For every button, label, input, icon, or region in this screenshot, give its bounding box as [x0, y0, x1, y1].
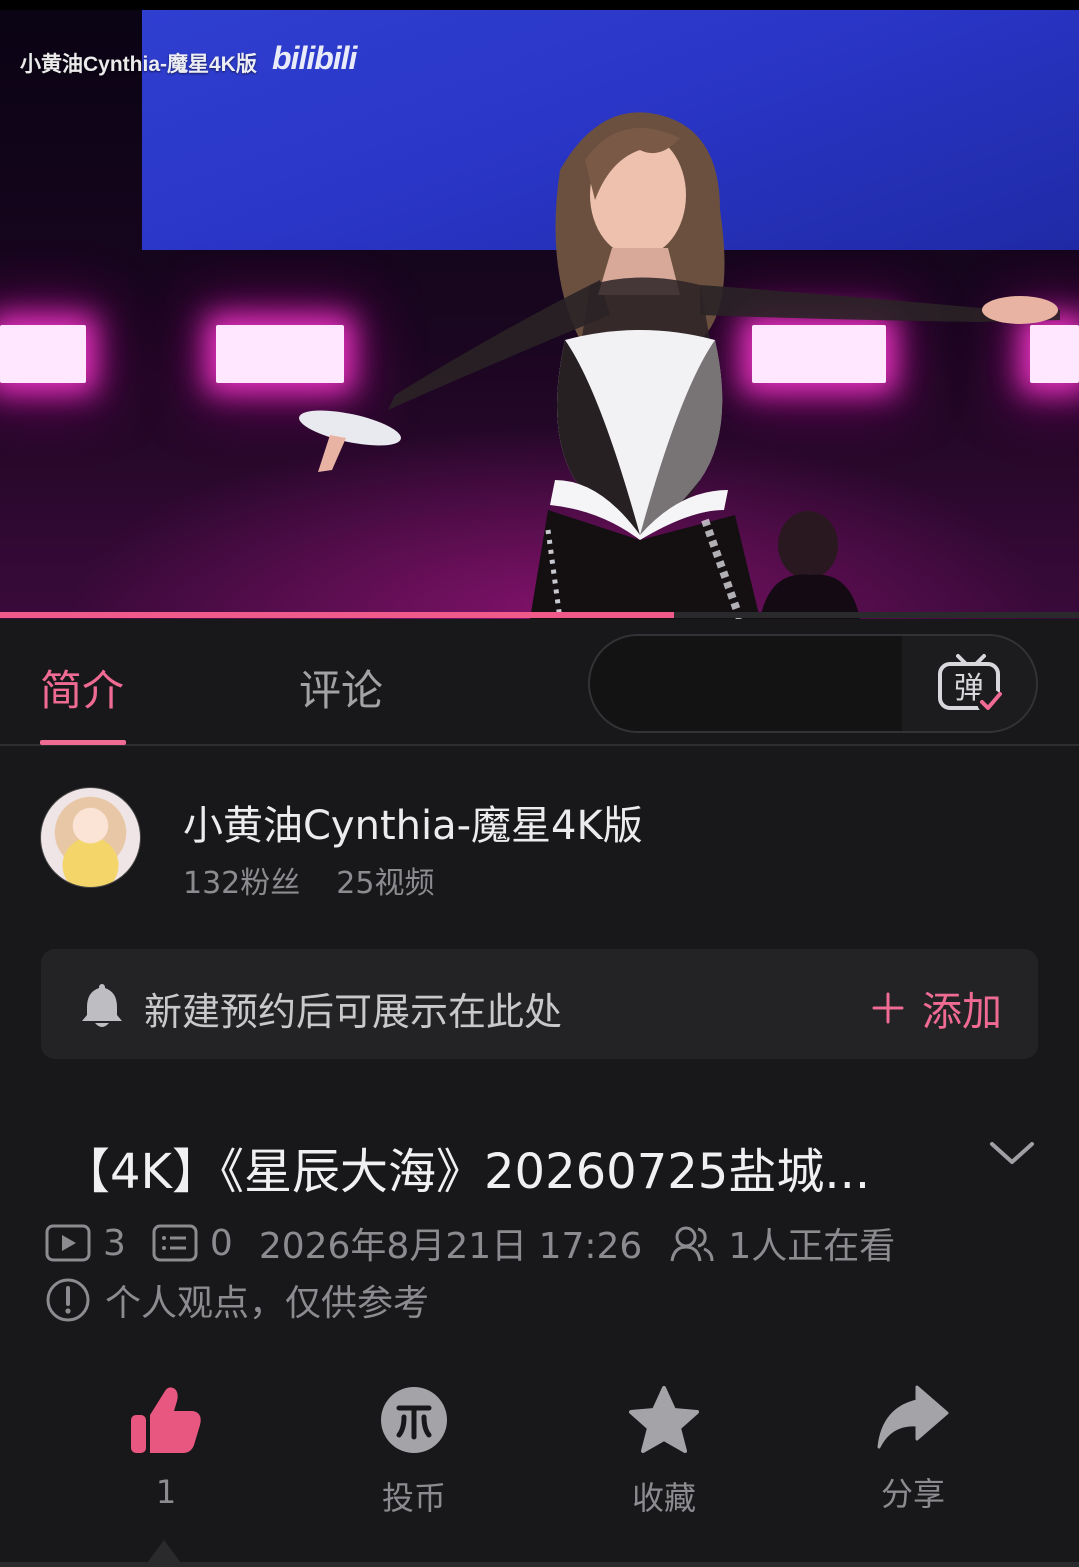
like-count: 1	[155, 1473, 177, 1511]
info-circle-icon	[45, 1277, 91, 1323]
uploader-name[interactable]: 小黄油Cynthia-魔星4K版	[183, 793, 643, 851]
uploader-fans: 132粉丝	[183, 866, 301, 901]
video-title[interactable]: 【4K】《星辰大海》20260725盐城...	[62, 1132, 932, 1202]
tab-active-indicator	[40, 740, 126, 745]
danmaku-bar: 弹	[588, 634, 1038, 733]
reservation-hint: 新建预约后可展示在此处	[144, 990, 563, 1034]
thumbs-up-icon	[131, 1387, 201, 1453]
play-count-icon	[45, 1224, 91, 1262]
favorite-button[interactable]: 收藏	[584, 1385, 744, 1519]
tab-comments[interactable]: 评论	[299, 657, 383, 718]
tab-bar: 简介 评论 弹	[0, 619, 1079, 746]
share-button[interactable]: 分享	[833, 1385, 993, 1515]
coin-button[interactable]: 投币	[334, 1385, 494, 1519]
bottom-sheet-edge	[0, 1562, 1079, 1567]
video-frame: 小黄油Cynthia-魔星4K版 bilibili	[0, 10, 1079, 619]
coin-label: 投币	[381, 1479, 446, 1517]
watching-count: 1人正在看	[728, 1226, 896, 1267]
favorite-label: 收藏	[631, 1479, 696, 1517]
danmaku-toggle-button[interactable]: 弹	[904, 636, 1036, 731]
danmaku-count: 0	[209, 1222, 233, 1264]
opinion-notice: 个人观点，仅供参考	[45, 1277, 430, 1324]
performer-figure	[299, 112, 1060, 619]
viewers-icon	[668, 1223, 716, 1263]
uploader-avatar[interactable]	[40, 787, 141, 888]
danmaku-input[interactable]	[590, 636, 902, 731]
share-label: 分享	[880, 1475, 945, 1513]
video-player[interactable]: 小黄油Cynthia-魔星4K版 bilibili	[0, 0, 1079, 619]
video-progress-bar[interactable]	[0, 612, 1079, 618]
video-progress-fill	[0, 612, 675, 618]
tab-intro[interactable]: 简介	[40, 657, 124, 718]
chevron-down-icon[interactable]	[988, 1138, 1036, 1168]
add-reservation-label: 添加	[922, 989, 1002, 1035]
reservation-card: 新建预约后可展示在此处 添加	[41, 949, 1038, 1059]
bilibili-logo: bilibili	[272, 40, 357, 76]
opinion-notice-text: 个人观点，仅供参考	[105, 1283, 430, 1324]
uploader-stats: 132粉丝 25视频	[183, 858, 434, 902]
add-reservation-button[interactable]: 添加	[872, 979, 1002, 1037]
video-meta-row: 3 0 2026年8月21日 17:26 1人正在看	[45, 1221, 921, 1267]
plus-icon	[872, 992, 904, 1024]
coin-icon	[381, 1387, 447, 1453]
danmaku-toggle-icon: 弹	[938, 653, 1003, 715]
publish-time: 2026年8月21日 17:26	[258, 1226, 643, 1267]
like-button[interactable]: 1	[86, 1385, 246, 1511]
watermark-title: 小黄油Cynthia-魔星4K版	[20, 53, 257, 76]
play-count: 3	[103, 1222, 126, 1264]
action-bar: 1 投币 收藏 分享	[0, 1385, 1079, 1535]
share-arrow-icon	[877, 1385, 949, 1449]
danmaku-count-icon	[152, 1224, 198, 1262]
bell-icon	[82, 984, 122, 1027]
uploader-videos: 25视频	[336, 866, 435, 901]
video-detail-screen: 小黄油Cynthia-魔星4K版 bilibili 简介 评论 弹 小黄油Cyn…	[0, 0, 1079, 1567]
star-icon	[629, 1386, 699, 1453]
